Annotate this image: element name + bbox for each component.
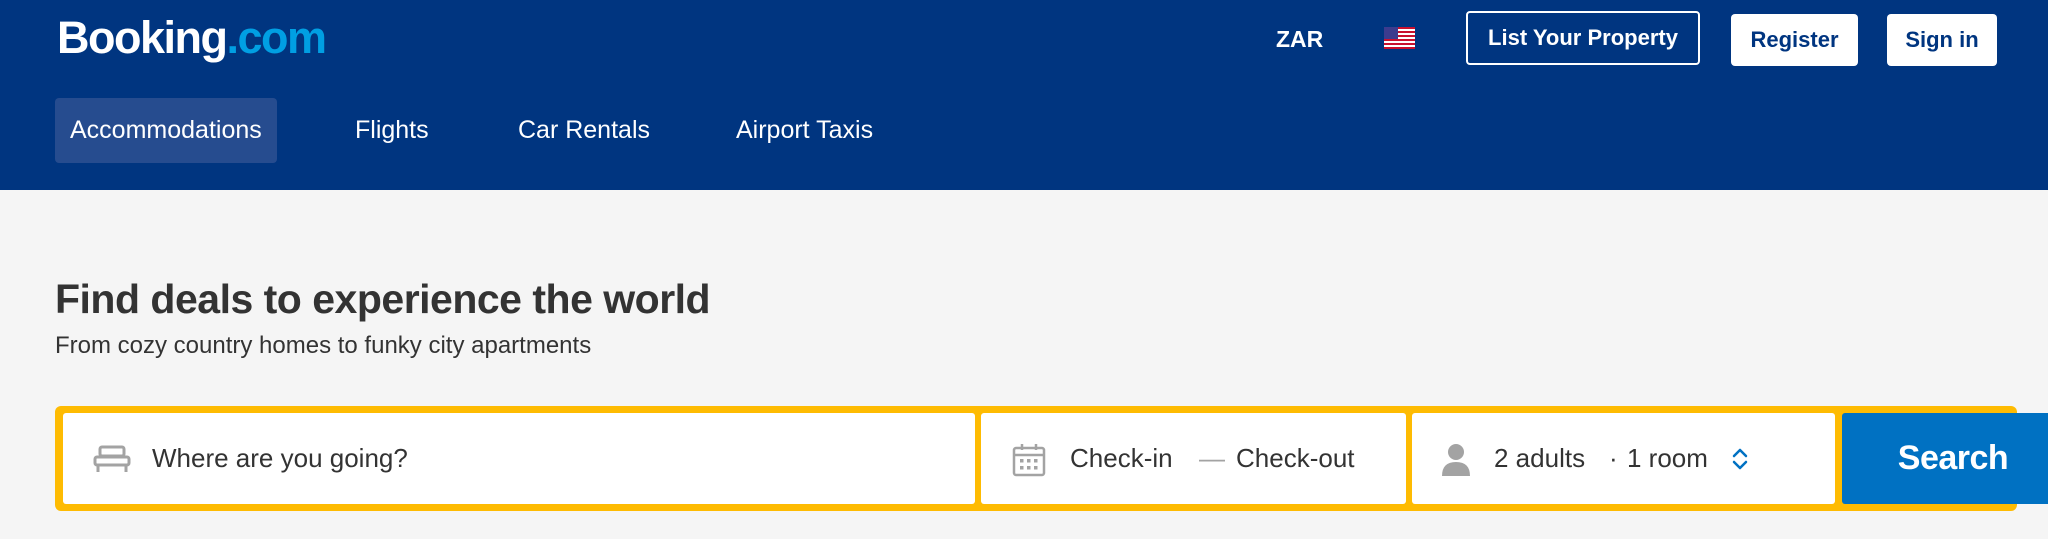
page-subtitle: From cozy country homes to funky city ap… <box>55 332 592 359</box>
page-title: Find deals to experience the world <box>55 276 711 322</box>
guests-separator: · <box>1609 443 1618 473</box>
up-down-chevron-icon[interactable] <box>1730 446 1750 472</box>
calendar-icon <box>1012 444 1046 477</box>
tab-car-rentals[interactable]: Car Rentals <box>518 98 650 163</box>
destination-placeholder: Where are you going? <box>152 443 408 473</box>
guests-field[interactable]: 2 adults · 1 room <box>1412 413 1835 504</box>
search-button[interactable]: Search <box>1842 413 2048 504</box>
us-flag-icon[interactable] <box>1384 27 1415 49</box>
sign-in-button[interactable]: Sign in <box>1887 14 1997 66</box>
register-button[interactable]: Register <box>1731 14 1858 66</box>
list-property-button[interactable]: List Your Property <box>1466 11 1700 65</box>
checkin-label: Check-in <box>1070 443 1173 473</box>
guests-adults: 2 adults <box>1494 443 1586 473</box>
date-range-field[interactable]: Check-in — Check-out <box>981 413 1406 504</box>
person-icon <box>1442 444 1470 476</box>
tab-airport-taxis[interactable]: Airport Taxis <box>736 98 873 163</box>
search-bar: Where are you going? Check-in — Check-ou… <box>55 406 2048 511</box>
booking-logo[interactable]: Booking.com <box>57 10 327 65</box>
tab-accommodations[interactable]: Accommodations <box>55 98 277 163</box>
destination-field[interactable]: Where are you going? <box>63 413 975 504</box>
tab-flights[interactable]: Flights <box>355 98 429 163</box>
currency-selector[interactable]: ZAR <box>1276 22 1323 56</box>
bed-icon <box>93 445 131 472</box>
guests-rooms: 1 room <box>1627 443 1708 473</box>
date-separator: — <box>1199 443 1225 473</box>
checkout-label: Check-out <box>1236 443 1355 473</box>
top-header: Booking.com ZAR List Your Property Regis… <box>0 0 2048 190</box>
